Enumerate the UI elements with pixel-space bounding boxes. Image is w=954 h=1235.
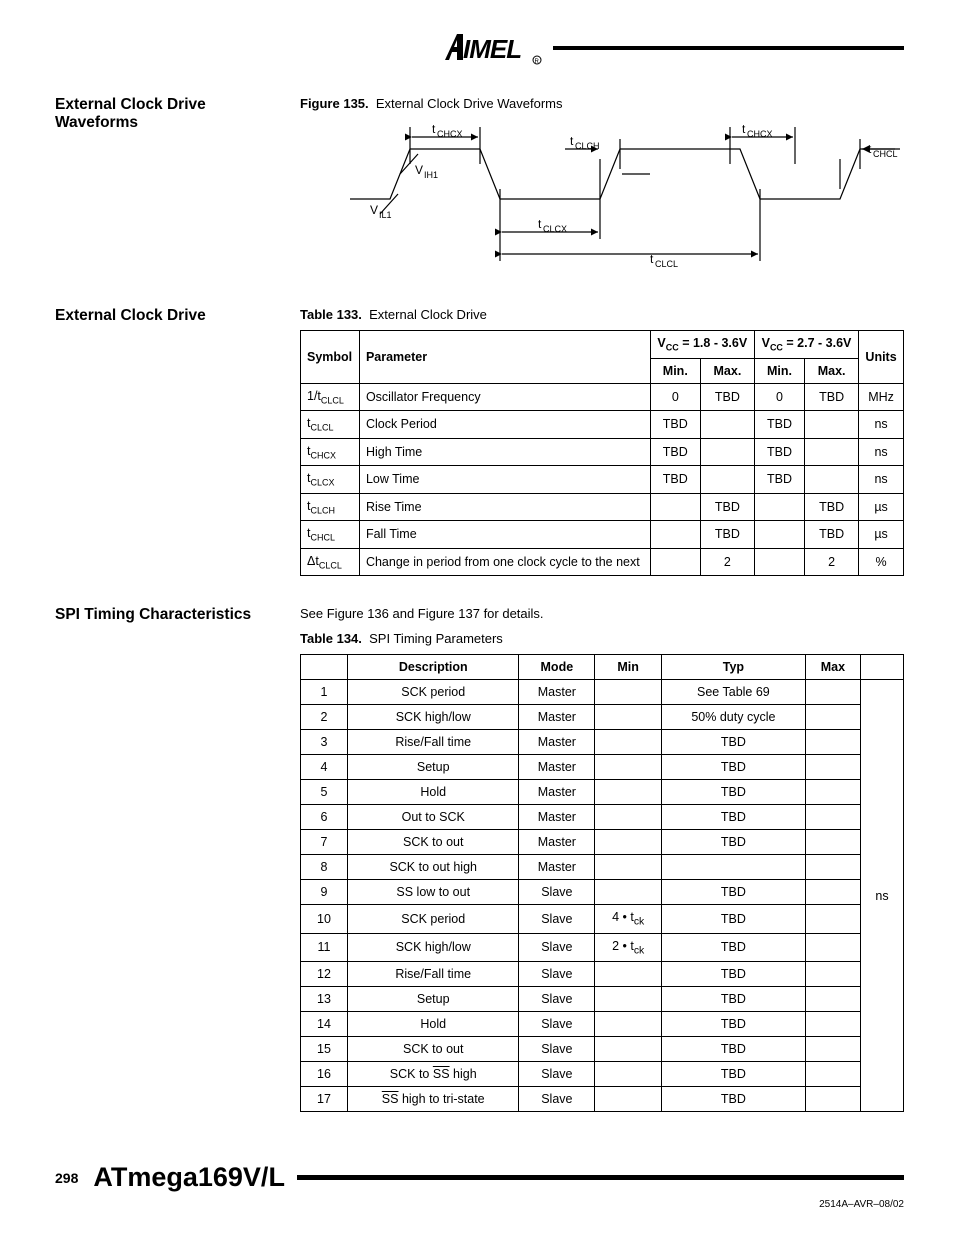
table-row: 16SCK to SS highSlaveTBD (301, 1062, 904, 1087)
table-row: tCLCLClock PeriodTBDTBDns (301, 411, 904, 439)
table-row: 3Rise/Fall timeMasterTBD (301, 730, 904, 755)
page-footer: 298 ATmega169V/L 2514A–AVR–08/02 (55, 1162, 904, 1210)
svg-text:CHCX: CHCX (437, 129, 463, 139)
section-heading-waveforms: External Clock Drive Waveforms (55, 96, 300, 297)
table-134: DescriptionModeMinTypMax1SCK periodMaste… (300, 654, 904, 1112)
table133-caption: Table 133. External Clock Drive (300, 307, 904, 322)
table-row: 1/tCLCLOscillator Frequency0TBD0TBDMHz (301, 383, 904, 411)
table-row: 15SCK to outSlaveTBD (301, 1037, 904, 1062)
svg-text:CHCX: CHCX (747, 129, 773, 139)
svg-text:t: t (742, 122, 746, 136)
svg-text:t: t (432, 122, 436, 136)
svg-text:CHCL: CHCL (873, 149, 898, 159)
svg-text:CLCX: CLCX (543, 224, 567, 234)
atmel-logo: IMEL R (443, 30, 543, 66)
table-133: SymbolParameterVCC = 1.8 - 3.6VVCC = 2.7… (300, 330, 904, 576)
svg-text:R: R (535, 59, 540, 65)
table-row: 12Rise/Fall timeSlaveTBD (301, 962, 904, 987)
header: IMEL R (55, 30, 904, 66)
table-row: tCHCXHigh TimeTBDTBDns (301, 438, 904, 466)
table-row: 5HoldMasterTBD (301, 780, 904, 805)
spi-intro-text: See Figure 136 and Figure 137 for detail… (300, 606, 904, 621)
table-row: 9SS low to outSlaveTBD (301, 880, 904, 905)
table-row: 14HoldSlaveTBD (301, 1012, 904, 1037)
table-row: 10SCK periodSlave4 • tckTBD (301, 905, 904, 934)
table-row: tCLCHRise TimeTBDTBDµs (301, 493, 904, 521)
svg-text:IL1: IL1 (379, 210, 392, 220)
table-row: 1SCK periodMasterSee Table 69ns (301, 680, 904, 705)
table-row: tCHCLFall TimeTBDTBDµs (301, 521, 904, 549)
table-row: 13SetupSlaveTBD (301, 987, 904, 1012)
table-row: 2SCK high/lowMaster50% duty cycle (301, 705, 904, 730)
page-number: 298 (55, 1170, 78, 1186)
svg-text:V: V (415, 163, 423, 177)
table-row: ΔtCLCLChange in period from one clock cy… (301, 548, 904, 576)
svg-text:t: t (538, 217, 542, 231)
waveform-figure: tCHCX tCLCH tCHCX tCHCL VIH1 VIL1 tCLCX … (340, 119, 904, 272)
svg-text:IH1: IH1 (424, 170, 438, 180)
table-row: 6Out to SCKMasterTBD (301, 805, 904, 830)
table-row: 7SCK to outMasterTBD (301, 830, 904, 855)
svg-text:CLCH: CLCH (575, 141, 600, 151)
svg-text:t: t (570, 134, 574, 148)
section-heading-spi: SPI Timing Characteristics (55, 606, 300, 1132)
doc-title: ATmega169V/L (93, 1162, 285, 1193)
table-row: tCLCXLow TimeTBDTBDns (301, 466, 904, 494)
table-row: 17SS high to tri-stateSlaveTBD (301, 1087, 904, 1112)
svg-text:IMEL: IMEL (463, 34, 521, 64)
figure-caption: Figure 135. External Clock Drive Wavefor… (300, 96, 904, 111)
svg-text:V: V (370, 203, 378, 217)
table-row: 8SCK to out highMaster (301, 855, 904, 880)
svg-text:CLCL: CLCL (655, 259, 678, 269)
table-row: 11SCK high/lowSlave2 • tckTBD (301, 933, 904, 962)
doc-id: 2514A–AVR–08/02 (55, 1199, 904, 1210)
section-heading-clock-drive: External Clock Drive (55, 307, 300, 596)
table134-caption: Table 134. SPI Timing Parameters (300, 631, 904, 646)
table-row: 4SetupMasterTBD (301, 755, 904, 780)
